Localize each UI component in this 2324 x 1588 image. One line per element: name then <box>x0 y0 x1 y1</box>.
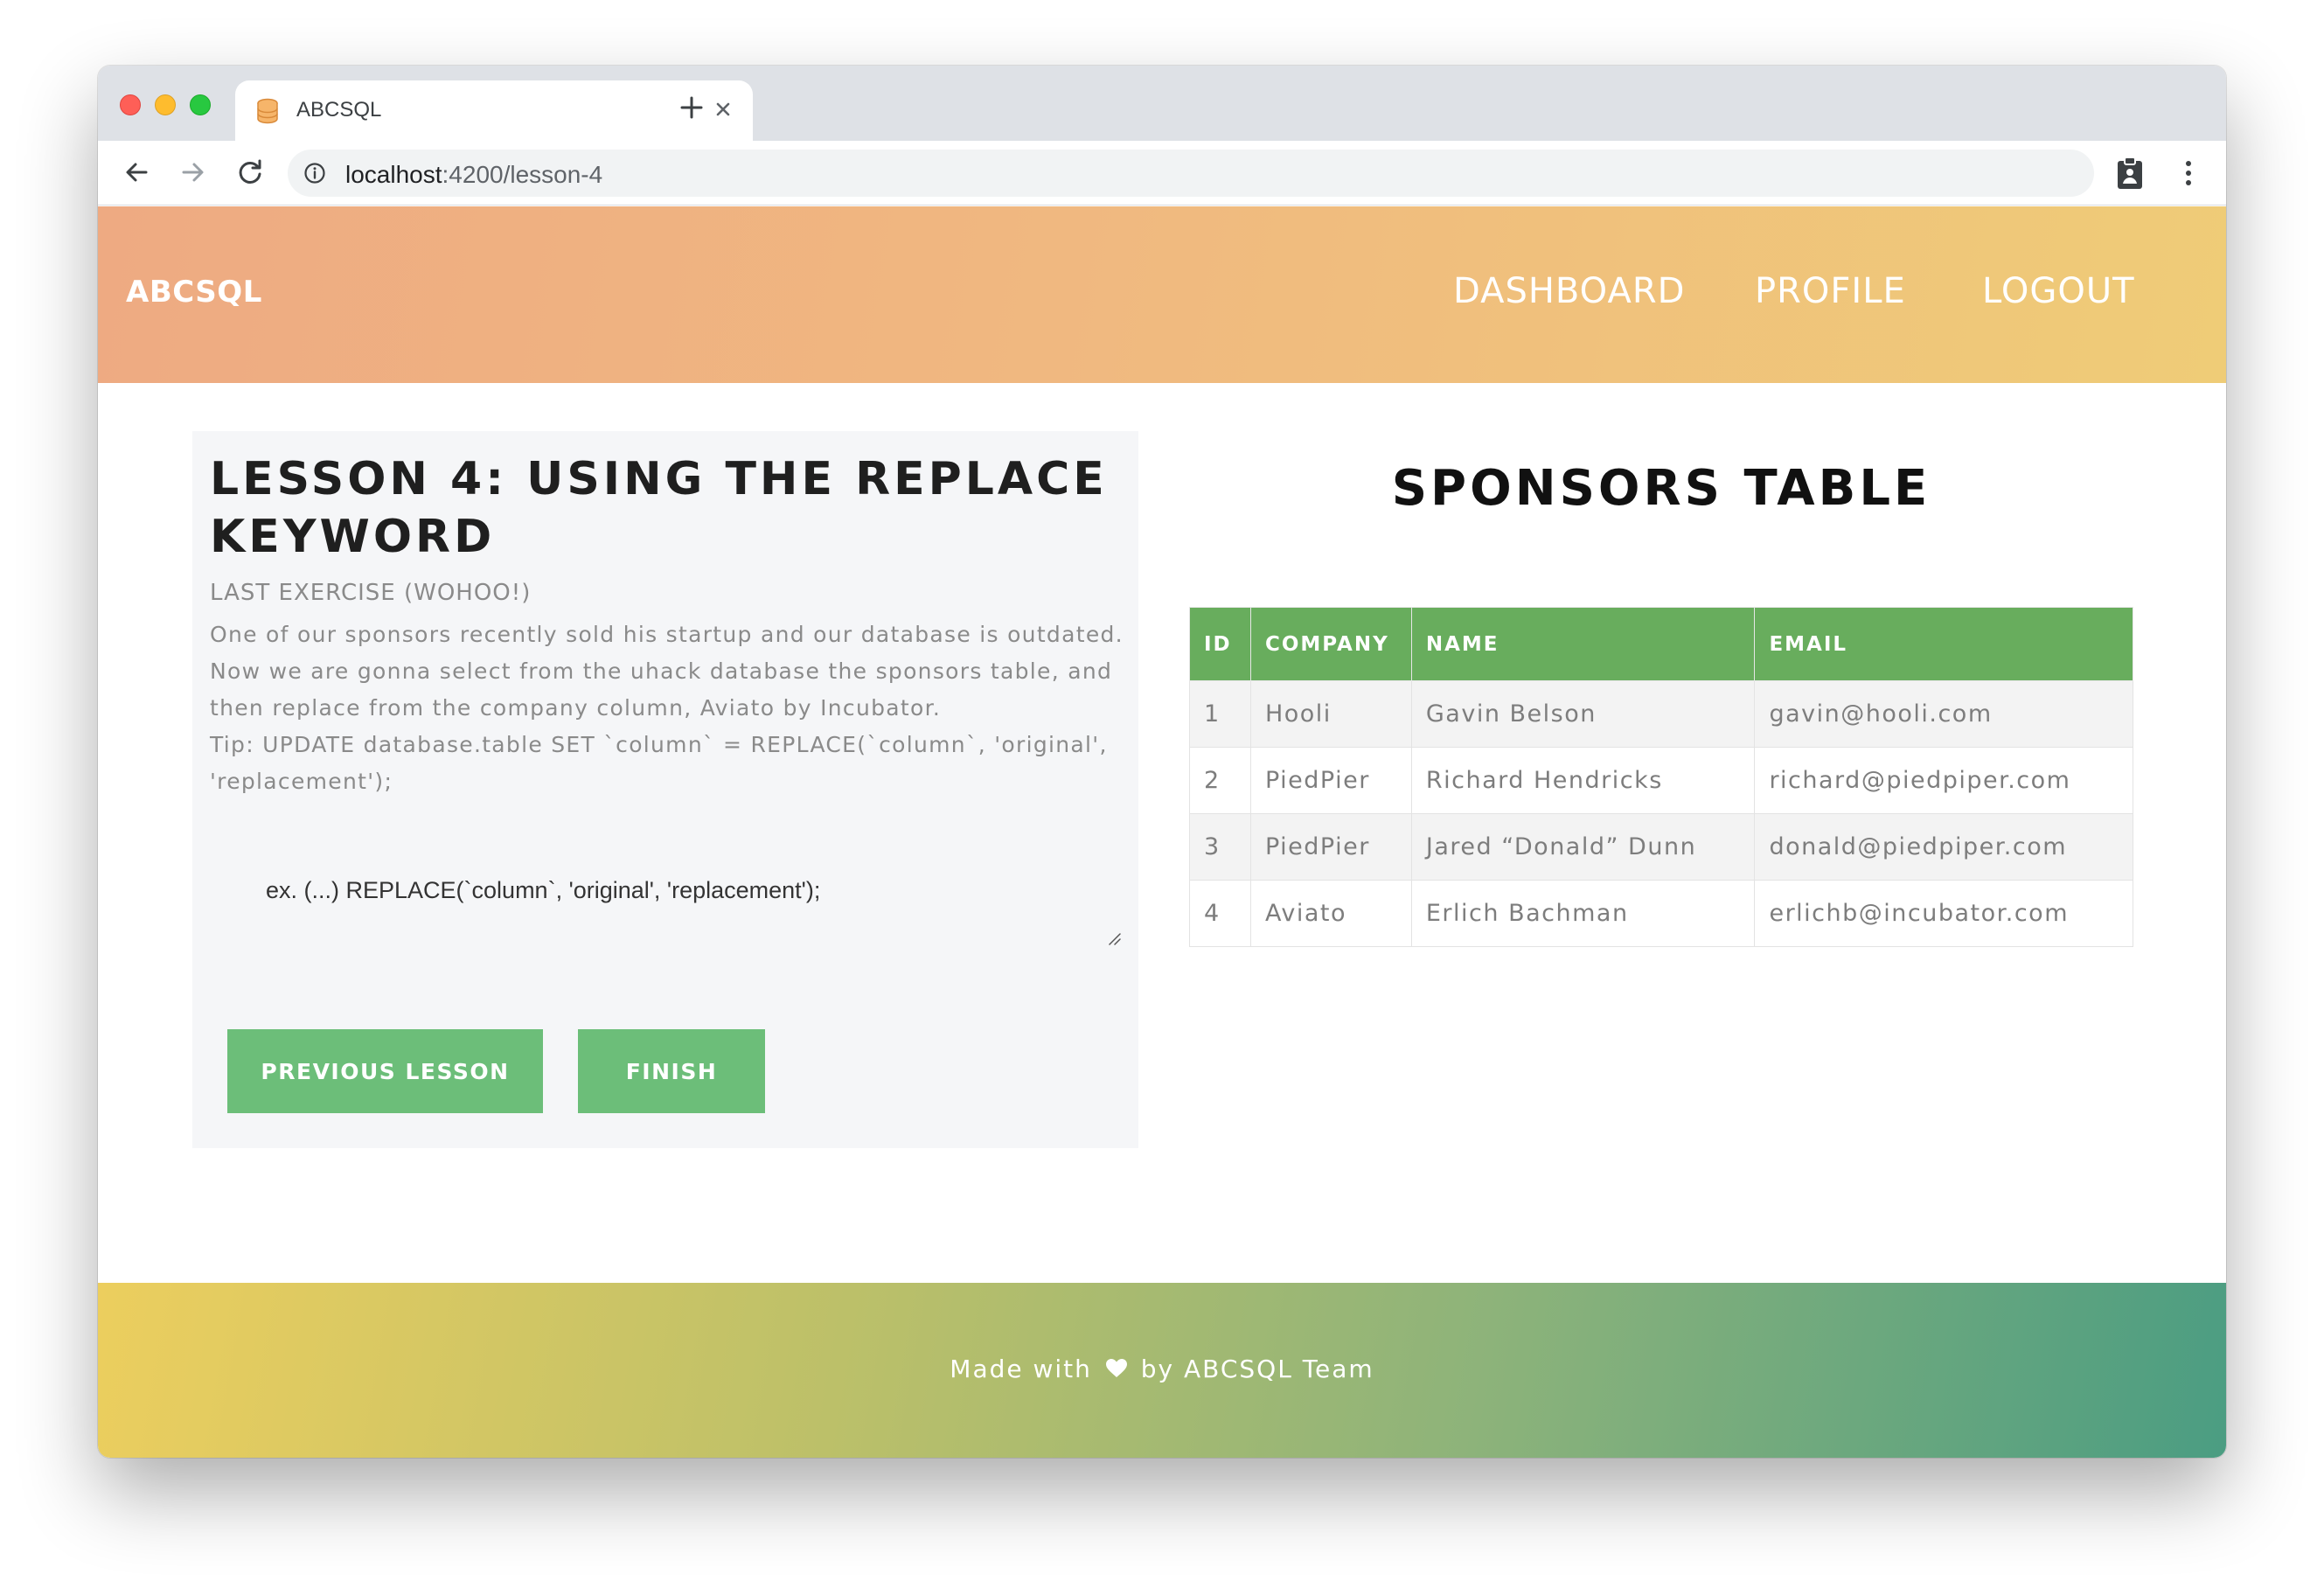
cell-id: 4 <box>1189 880 1251 947</box>
minimize-window-button[interactable] <box>155 94 176 115</box>
cell-name: Jared “Donald” Dunn <box>1410 813 1756 881</box>
info-icon[interactable] <box>303 162 326 185</box>
table-row: 1 Hooli Gavin Belson gavin@hooli.com <box>1189 680 2133 748</box>
cell-company: PiedPier <box>1249 747 1412 814</box>
lesson-subtitle: LAST EXERCISE (WOHOO!) <box>210 580 532 606</box>
footer-prefix: Made with <box>950 1355 1092 1383</box>
nav-profile[interactable]: PROFILE <box>1755 271 1906 311</box>
cell-name: Richard Hendricks <box>1410 747 1756 814</box>
nav-logout[interactable]: LOGOUT <box>1982 271 2135 311</box>
sponsors-table: ID COMPANY NAME EMAIL 1 Hooli Gavin Bels… <box>1189 607 2133 947</box>
kebab-menu-icon[interactable] <box>2180 157 2197 190</box>
lesson-description: One of our sponsors recently sold his st… <box>210 616 1124 800</box>
table-row: 2 PiedPier Richard Hendricks richard@pie… <box>1189 747 2133 814</box>
sponsors-table-title: SPONSORS TABLE <box>1391 460 1931 517</box>
browser-toolbar: localhost:4200/lesson-4 <box>98 141 2226 205</box>
app-header: ABCSQL DASHBOARD PROFILE LOGOUT <box>98 206 2226 383</box>
nav-dashboard[interactable]: DASHBOARD <box>1453 271 1685 311</box>
column-header-id: ID <box>1189 607 1251 681</box>
lesson-title: LESSON 4: USING THE REPLACE KEYWORD <box>210 453 1108 563</box>
lesson-card: LESSON 4: USING THE REPLACE KEYWORD LAST… <box>192 431 1138 1148</box>
column-header-name: NAME <box>1410 607 1756 681</box>
address-bar[interactable]: localhost:4200/lesson-4 <box>288 150 2094 197</box>
heart-icon <box>1105 1359 1127 1377</box>
cell-email: donald@piedpiper.com <box>1754 813 2133 881</box>
lesson-tip: Tip: UPDATE database.table SET `column` … <box>210 732 1108 794</box>
footer-credit: Made with by ABCSQL Team <box>98 1355 2226 1383</box>
plus-icon[interactable] <box>676 92 707 123</box>
clipboard-icon[interactable] <box>2115 156 2145 191</box>
close-icon[interactable] <box>710 96 736 122</box>
query-input[interactable] <box>210 839 1119 944</box>
tab-strip: ABCSQL <box>98 66 2226 141</box>
table-row: 3 PiedPier Jared “Donald” Dunn donald@pi… <box>1189 813 2133 881</box>
maximize-window-button[interactable] <box>190 94 211 115</box>
table-row: 4 Aviato Erlich Bachman erlichb@incubato… <box>1189 880 2133 947</box>
cell-id: 3 <box>1189 813 1251 881</box>
page-viewport: ABCSQL DASHBOARD PROFILE LOGOUT LESSON 4… <box>98 206 2226 1458</box>
previous-lesson-button[interactable]: PREVIOUS LESSON <box>227 1029 543 1113</box>
reload-icon[interactable] <box>233 155 268 190</box>
lesson-paragraph: One of our sponsors recently sold his st… <box>210 622 1124 647</box>
database-icon <box>257 98 278 124</box>
url-host: localhost <box>345 161 442 188</box>
lesson-paragraph: Now we are gonna select from the uhack d… <box>210 658 1113 721</box>
column-header-company: COMPANY <box>1249 607 1412 681</box>
url-text: localhost:4200/lesson-4 <box>345 161 602 189</box>
app-footer: Made with by ABCSQL Team <box>98 1283 2226 1458</box>
back-arrow-icon[interactable] <box>119 155 154 190</box>
close-window-button[interactable] <box>120 94 141 115</box>
footer-suffix: by ABCSQL Team <box>1140 1355 1374 1383</box>
cell-id: 1 <box>1189 680 1251 748</box>
cell-company: Hooli <box>1249 680 1412 748</box>
cell-company: PiedPier <box>1249 813 1412 881</box>
column-header-email: EMAIL <box>1754 607 2133 681</box>
resize-grip-icon[interactable] <box>1107 931 1121 945</box>
cell-company: Aviato <box>1249 880 1412 947</box>
cell-email: gavin@hooli.com <box>1754 680 2133 748</box>
cell-name: Gavin Belson <box>1410 680 1756 748</box>
cell-id: 2 <box>1189 747 1251 814</box>
tab-title: ABCSQL <box>296 98 382 122</box>
cell-name: Erlich Bachman <box>1410 880 1756 947</box>
table-header-row: ID COMPANY NAME EMAIL <box>1189 607 2133 681</box>
brand-logo[interactable]: ABCSQL <box>126 275 262 310</box>
browser-window: ABCSQL localhost:4200/lesson-4 ABCSQL DA… <box>98 66 2226 1458</box>
forward-arrow-icon[interactable] <box>176 155 211 190</box>
url-path: :4200/lesson-4 <box>442 161 603 188</box>
cell-email: erlichb@incubator.com <box>1754 880 2133 947</box>
cell-email: richard@piedpiper.com <box>1754 747 2133 814</box>
finish-button[interactable]: FINISH <box>578 1029 765 1113</box>
